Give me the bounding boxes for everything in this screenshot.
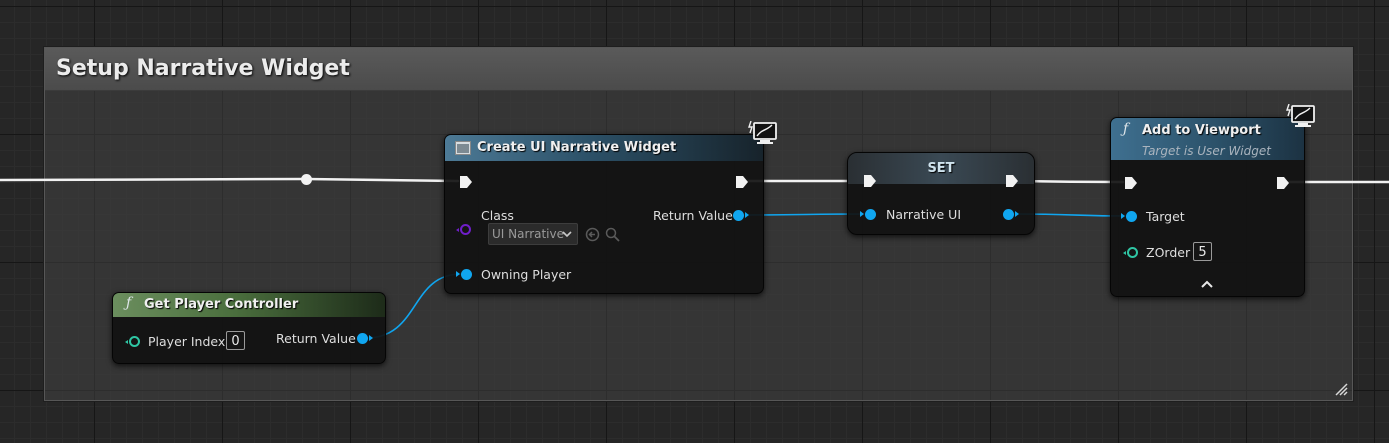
browse-icon[interactable]: [605, 227, 620, 242]
player-index-pin[interactable]: [125, 336, 140, 347]
create-widget-title: Create UI Narrative Widget: [477, 140, 677, 155]
return-value-label: Return Value: [653, 208, 733, 223]
use-selected-icon[interactable]: [585, 227, 600, 242]
dropdown-chevron-icon: [562, 231, 572, 238]
exec-in-pin[interactable]: [459, 175, 473, 189]
class-dropdown[interactable]: UI Narrative: [488, 223, 578, 245]
set-exec-out-pin[interactable]: [1005, 174, 1019, 188]
get-player-controller-title: Get Player Controller: [144, 297, 299, 312]
set-exec-in-pin[interactable]: [863, 174, 877, 188]
player-index-label: Player Index: [148, 334, 226, 349]
get-player-controller-node[interactable]: ƒ Get Player Controller Player Index 0 R…: [112, 292, 386, 364]
comment-header[interactable]: Setup Narrative Widget: [45, 48, 1352, 91]
function-icon: ƒ: [1123, 121, 1129, 137]
client-only-monitor-icon: [1286, 104, 1315, 127]
owning-player-label: Owning Player: [481, 267, 572, 282]
zorder-input[interactable]: 5: [1193, 242, 1212, 261]
viewport-exec-in-pin[interactable]: [1124, 176, 1138, 190]
set-var-label: Narrative UI: [886, 207, 961, 222]
player-index-input[interactable]: 0: [226, 331, 245, 350]
function-icon: ƒ: [126, 295, 132, 311]
add-to-viewport-subtitle: Target is User Widget: [1142, 144, 1271, 158]
class-dropdown-value: UI Narrative: [492, 227, 564, 241]
comment-title[interactable]: Setup Narrative Widget: [56, 56, 350, 81]
add-to-viewport-title: Add to Viewport: [1142, 123, 1261, 138]
zorder-pin[interactable]: [1123, 247, 1138, 258]
class-label: Class: [481, 208, 514, 223]
client-only-monitor-icon: [748, 121, 777, 144]
target-label: Target: [1146, 209, 1185, 224]
advanced-expand-icon[interactable]: [1201, 280, 1213, 288]
owning-player-pin[interactable]: [456, 269, 472, 280]
create-widget-node[interactable]: Create UI Narrative Widget Class UI Narr…: [444, 134, 764, 294]
add-to-viewport-node[interactable]: ƒ Add to Viewport Target is User Widget …: [1110, 117, 1305, 297]
class-pin[interactable]: [456, 224, 471, 235]
return-value-pin[interactable]: [733, 210, 749, 221]
zorder-label: ZOrder: [1146, 245, 1191, 260]
pc-return-value-pin[interactable]: [357, 333, 373, 344]
resize-icon[interactable]: [1334, 382, 1348, 396]
target-pin[interactable]: [1121, 211, 1137, 222]
set-value-out-pin[interactable]: [1003, 209, 1019, 220]
exec-out-pin[interactable]: [735, 175, 749, 189]
set-value-in-pin[interactable]: [860, 209, 876, 220]
viewport-exec-out-pin[interactable]: [1276, 176, 1290, 190]
reroute-knot[interactable]: [301, 174, 312, 185]
widget-node-icon: [455, 141, 471, 155]
set-node[interactable]: SET Narrative UI: [847, 152, 1035, 235]
pc-return-value-label: Return Value: [276, 331, 356, 346]
